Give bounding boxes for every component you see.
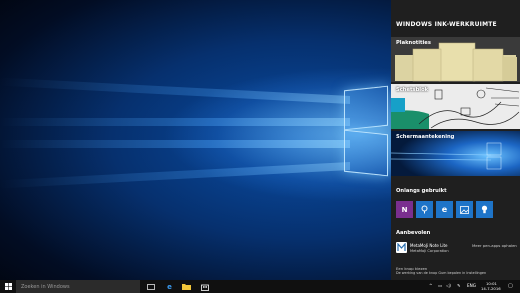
sketchpad-label: Schetsblok — [396, 87, 429, 93]
task-view-icon — [146, 283, 155, 290]
onenote-icon: N — [401, 205, 408, 214]
sketchpad-card[interactable]: Schetsblok — [391, 84, 520, 129]
sticky-notes-card[interactable]: Plaknotities — [391, 37, 520, 82]
tips-app-tile[interactable] — [476, 201, 493, 218]
onenote-app-tile[interactable]: N — [396, 201, 413, 218]
screen-sketch-card[interactable]: Schermaantekening — [391, 131, 520, 176]
network-icon[interactable]: ▭ — [438, 283, 442, 288]
panel-title: WINDOWS INK-WERKRUIMTE — [396, 21, 497, 28]
metamoji-app-icon[interactable] — [396, 242, 407, 253]
task-view-button[interactable] — [144, 280, 157, 293]
start-button[interactable] — [0, 280, 16, 293]
photos-app-tile[interactable] — [456, 201, 473, 218]
recommended-title: Aanbevolen — [396, 230, 431, 236]
maps-icon — [421, 205, 428, 214]
edge-icon: e — [441, 205, 448, 214]
edge-app-tile[interactable]: e — [436, 201, 453, 218]
recommended-app-name[interactable]: MetaMoJi Note Lite — [410, 243, 448, 248]
volume-icon[interactable]: ◁) — [446, 283, 451, 288]
wallpaper-light-beam — [0, 118, 350, 126]
file-explorer-icon — [182, 284, 191, 290]
file-explorer-taskbar-button[interactable] — [180, 280, 193, 293]
search-placeholder: Zoeken in Windows — [21, 283, 70, 290]
tray-chevron-icon[interactable]: ^ — [429, 283, 433, 288]
action-center-icon[interactable]: ▢ — [508, 283, 513, 289]
store-icon — [200, 284, 209, 291]
edge-icon: e — [167, 282, 172, 291]
taskbar: Zoeken in Windows — [0, 280, 520, 293]
recommended-app-publisher: MetaMoJi Corporation — [410, 249, 449, 253]
recently-used-title: Onlangs gebruikt — [396, 188, 447, 194]
eraser-settings-text[interactable]: De werking van de knop Gum bepalen in In… — [396, 271, 486, 275]
windows-logo-icon — [4, 283, 12, 290]
photos-icon — [460, 205, 469, 214]
sticky-notes-label: Plaknotities — [396, 40, 431, 46]
screen: WINDOWS INK-WERKRUIMTE Plaknotities Sche… — [0, 0, 520, 293]
taskbar-search-box[interactable]: Zoeken in Windows — [16, 280, 140, 293]
edge-taskbar-button[interactable]: e — [163, 280, 176, 293]
metamoji-icon — [397, 243, 406, 251]
store-taskbar-button[interactable] — [198, 280, 211, 293]
windows-ink-workspace-panel: WINDOWS INK-WERKRUIMTE Plaknotities Sche… — [391, 0, 520, 280]
windows-logo-pane — [344, 129, 388, 177]
more-pen-apps-link[interactable]: Meer pen-apps ophalen — [472, 243, 517, 248]
wallpaper-light-beam — [0, 140, 350, 148]
ink-workspace-icon[interactable]: ✎ — [457, 283, 461, 288]
wallpaper-light-beam — [0, 77, 350, 104]
maps-app-tile[interactable] — [416, 201, 433, 218]
windows-logo-pane — [344, 85, 388, 131]
tips-icon — [481, 205, 488, 214]
screen-sketch-label: Schermaantekening — [396, 134, 455, 140]
wallpaper-light-beam — [0, 162, 350, 189]
input-language-indicator[interactable]: ENG — [467, 283, 476, 288]
clock-date[interactable]: 14-7-2016 — [481, 286, 501, 291]
